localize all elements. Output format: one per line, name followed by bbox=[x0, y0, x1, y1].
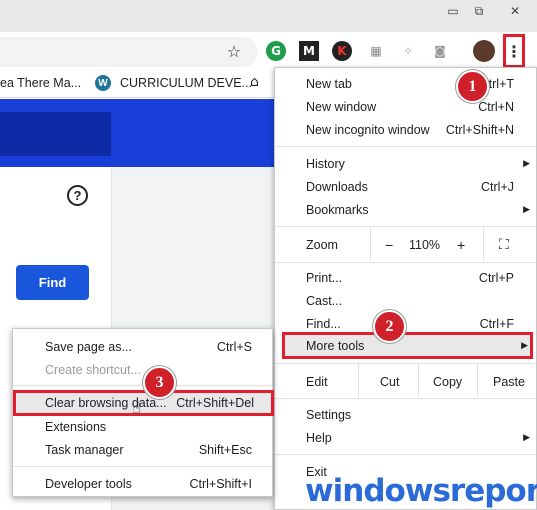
menu-zoom: Zoom bbox=[306, 233, 338, 256]
menu-row: Ctrl+S bbox=[13, 335, 272, 358]
divider bbox=[418, 364, 419, 397]
address-bar[interactable] bbox=[0, 37, 258, 67]
shortcut: Ctrl+Shift+N bbox=[445, 122, 514, 137]
bank-icon[interactable]: ⌂ bbox=[250, 74, 259, 90]
menu-label: Settings bbox=[306, 407, 352, 422]
mega-icon[interactable]: M bbox=[299, 41, 319, 61]
bookmark-item[interactable]: ea There Ma... bbox=[0, 76, 81, 90]
menu-label: Create shortcut... bbox=[45, 362, 141, 377]
menu-settings[interactable]: Settings bbox=[306, 403, 351, 426]
menu-row: ▶ bbox=[275, 152, 536, 175]
menu-row: Ctrl+J bbox=[275, 175, 536, 198]
shortcut: Ctrl+Shift+Del bbox=[176, 396, 254, 410]
watermark-logo: windowsreport bbox=[305, 473, 537, 509]
help-icon[interactable]: ? bbox=[67, 185, 88, 206]
zoom-level: 110% bbox=[409, 237, 441, 252]
wordpress-icon: W bbox=[95, 75, 111, 91]
extension-icon[interactable]: ▦ bbox=[365, 40, 387, 62]
fullscreen-icon[interactable]: ⛶ bbox=[499, 233, 509, 256]
close-icon[interactable]: ✕ bbox=[503, 2, 527, 20]
menu-row: Shift+Esc bbox=[13, 438, 272, 461]
shortcut: Shift+Esc bbox=[198, 442, 252, 457]
chrome-menu: New tab Ctrl+T New window Ctrl+N New inc… bbox=[274, 67, 537, 510]
avatar[interactable] bbox=[473, 40, 495, 62]
kaspersky-icon[interactable]: K bbox=[332, 41, 352, 61]
zoom-in-button[interactable]: + bbox=[457, 233, 465, 256]
find-button[interactable]: Find bbox=[16, 265, 89, 300]
divider bbox=[370, 228, 371, 261]
menu-cast[interactable]: Cast... bbox=[306, 289, 342, 312]
step-badge-2: 2 bbox=[373, 310, 406, 343]
star-icon[interactable]: ☆ bbox=[223, 40, 245, 62]
puzzle-icon[interactable]: ✧ bbox=[397, 40, 419, 62]
header-block bbox=[0, 112, 111, 156]
submenu-clear-browsing-data[interactable]: Clear browsing data... Ctrl+Shift+Del ☝ bbox=[13, 390, 274, 417]
submenu-arrow-icon: ▶ bbox=[523, 158, 530, 169]
shortcut: Ctrl+Shift+I bbox=[189, 476, 252, 491]
minimize-icon[interactable]: ▭ bbox=[441, 2, 465, 20]
paste-button[interactable]: Paste bbox=[493, 370, 525, 393]
camera-icon[interactable]: ◙ bbox=[429, 40, 451, 62]
divider bbox=[483, 228, 484, 261]
menu-dots-icon[interactable]: ⋮ bbox=[503, 34, 525, 68]
cursor-icon: ☝ bbox=[132, 399, 142, 417]
menu-label: Zoom bbox=[306, 237, 338, 252]
menu-label: Clear browsing data... bbox=[45, 396, 167, 410]
submenu-arrow-icon: ▶ bbox=[521, 341, 528, 351]
grammarly-icon[interactable]: G bbox=[266, 41, 286, 61]
cut-button[interactable]: Cut bbox=[380, 370, 399, 393]
menu-label: Extensions bbox=[45, 419, 107, 434]
menu-row: Ctrl+N bbox=[275, 95, 536, 118]
divider bbox=[275, 454, 536, 455]
step-badge-3: 3 bbox=[143, 366, 176, 399]
divider bbox=[13, 466, 272, 467]
submenu-create-shortcut: Create shortcut... bbox=[45, 358, 141, 381]
submenu-arrow-icon: ▶ bbox=[523, 204, 530, 215]
divider bbox=[275, 262, 536, 263]
divider bbox=[275, 146, 536, 147]
menu-edit: Edit bbox=[306, 370, 328, 393]
menu-label: More tools bbox=[306, 339, 365, 353]
divider bbox=[358, 364, 359, 397]
more-tools-submenu: Save page as... Ctrl+S Create shortcut..… bbox=[12, 328, 274, 497]
restore-icon[interactable]: ⧉ bbox=[467, 2, 491, 20]
shortcut: Ctrl+P bbox=[478, 270, 514, 285]
menu-row: Ctrl+T bbox=[275, 72, 536, 95]
menu-row: Ctrl+P bbox=[275, 266, 536, 289]
divider bbox=[477, 364, 478, 397]
menu-more-tools[interactable]: More tools ▶ bbox=[282, 332, 533, 359]
menu-row: Ctrl+Shift+I bbox=[13, 472, 272, 495]
shortcut: Ctrl+S bbox=[216, 339, 252, 354]
divider bbox=[275, 226, 536, 227]
menu-row: ▶ bbox=[275, 198, 536, 221]
copy-button[interactable]: Copy bbox=[433, 370, 462, 393]
submenu-arrow-icon: ▶ bbox=[523, 432, 530, 443]
zoom-out-button[interactable]: − bbox=[385, 233, 393, 256]
shortcut: Ctrl+J bbox=[481, 179, 514, 194]
submenu-extensions[interactable]: Extensions bbox=[45, 415, 106, 438]
step-badge-1: 1 bbox=[456, 70, 489, 103]
divider bbox=[275, 398, 536, 399]
menu-row: ▶ bbox=[275, 426, 536, 449]
divider bbox=[275, 363, 536, 364]
menu-label: Edit bbox=[306, 374, 328, 389]
bookmark-item[interactable]: CURRICULUM DEVE... bbox=[120, 76, 252, 90]
menu-label: Cast... bbox=[306, 293, 343, 308]
menu-row: Ctrl+Shift+N bbox=[275, 118, 536, 141]
